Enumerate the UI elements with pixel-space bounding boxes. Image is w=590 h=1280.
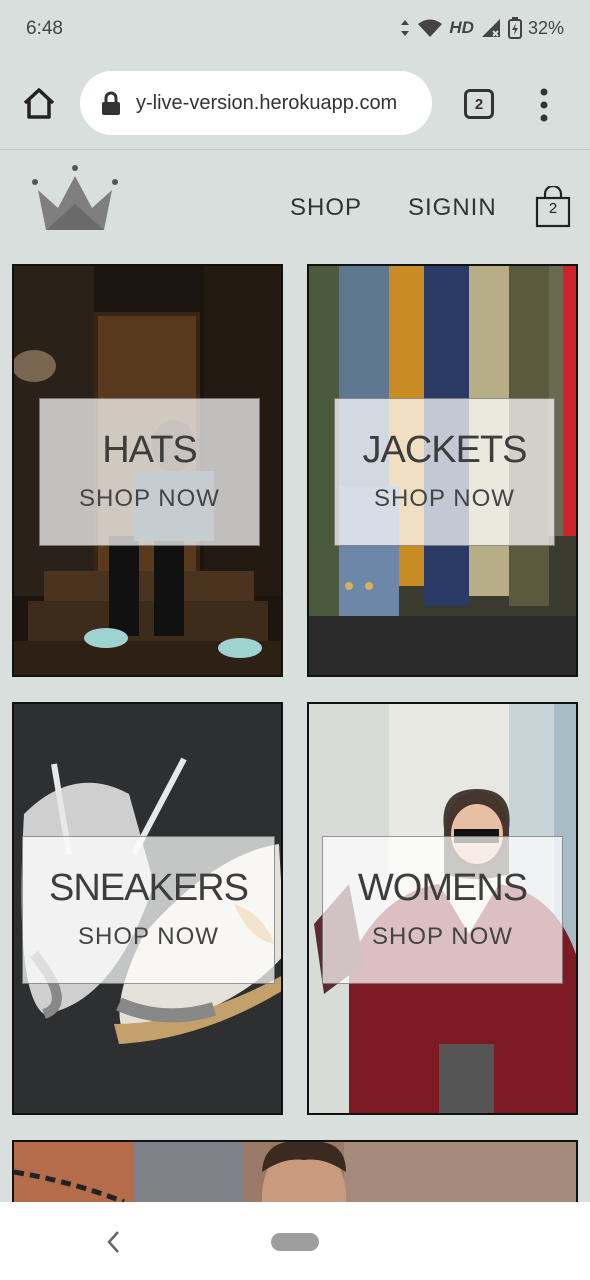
status-time: 6:48 xyxy=(26,18,63,39)
system-nav-bar xyxy=(0,1202,590,1280)
cart-button[interactable]: 2 xyxy=(534,184,572,228)
lock-icon xyxy=(102,91,120,115)
battery-percent: 32% xyxy=(527,17,564,38)
womens-label-box[interactable]: WOMENS SHOP NOW xyxy=(322,836,563,984)
home-icon[interactable] xyxy=(20,84,58,122)
tab-switcher-button[interactable]: 2 xyxy=(464,89,494,119)
network-type-label: HD xyxy=(449,18,474,37)
category-tile-jackets[interactable]: JACKETS SHOP NOW xyxy=(307,264,578,677)
cart-count: 2 xyxy=(548,200,558,217)
nav-signin-link[interactable]: SIGNIN xyxy=(408,194,497,222)
wifi-icon xyxy=(418,19,443,37)
jackets-label-box[interactable]: JACKETS SHOP NOW xyxy=(334,398,555,546)
nav-shop-link[interactable]: SHOP xyxy=(290,194,362,222)
category-title: JACKETS xyxy=(362,429,527,471)
home-gesture-pill[interactable] xyxy=(271,1233,319,1251)
category-title: SNEAKERS xyxy=(49,867,249,909)
url-text: y-live-version.herokuapp.com xyxy=(136,91,398,114)
signal-icon xyxy=(481,19,500,37)
vibrate-data-icon xyxy=(401,20,410,36)
browser-toolbar: y-live-version.herokuapp.com 2 xyxy=(0,58,590,150)
site-header: SHOP SIGNIN 2 xyxy=(0,150,590,260)
shop-now-link[interactable]: SHOP NOW xyxy=(78,923,219,951)
crown-logo-icon[interactable] xyxy=(30,164,120,232)
category-title: WOMENS xyxy=(357,867,528,909)
more-menu-icon[interactable] xyxy=(534,87,554,123)
back-icon[interactable] xyxy=(104,1228,124,1256)
category-tile-sneakers[interactable]: SNEAKERS SHOP NOW xyxy=(12,702,283,1115)
shop-now-link[interactable]: SHOP NOW xyxy=(374,485,515,513)
category-tile-womens[interactable]: WOMENS SHOP NOW xyxy=(307,702,578,1115)
shop-now-link[interactable]: SHOP NOW xyxy=(372,923,513,951)
sneakers-label-box[interactable]: SNEAKERS SHOP NOW xyxy=(22,836,275,984)
category-title: HATS xyxy=(102,429,198,471)
category-tile-hats[interactable]: HATS SHOP NOW xyxy=(12,264,283,677)
status-icons: HD 32% xyxy=(399,17,564,39)
address-bar[interactable]: y-live-version.herokuapp.com xyxy=(80,71,432,135)
status-bar: 6:48 HD 32% xyxy=(0,0,590,58)
shop-now-link[interactable]: SHOP NOW xyxy=(79,485,220,513)
battery-icon xyxy=(507,17,522,39)
hats-label-box[interactable]: HATS SHOP NOW xyxy=(39,398,260,546)
